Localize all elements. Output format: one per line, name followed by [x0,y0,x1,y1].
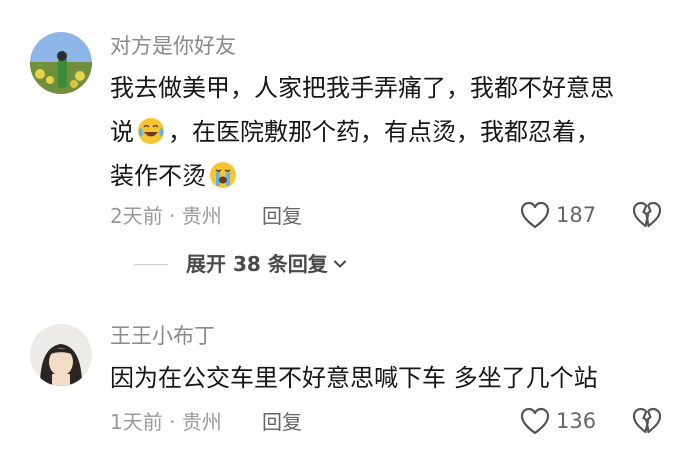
comment-time: 2天前 [110,204,163,228]
meta-separator: · [162,204,182,228]
comment-location: 贵州 [181,204,222,228]
heart-outline-icon [520,407,550,435]
avatar[interactable] [30,32,92,94]
username[interactable]: 王王小布丁 [110,322,215,350]
comment-line: 我去做美甲，人家把我手弄痛了，我都不好意思 [110,74,614,102]
comment-location: 贵州 [181,410,222,434]
comment-meta: 1天前 · 贵州 [110,408,222,436]
like-button[interactable]: 187 [520,201,596,229]
dislike-button[interactable] [632,407,662,439]
loudly-crying-emoji-icon [210,162,236,188]
comment-text: 因为在公交车里不好意思喊下车 多坐了几个站 [110,356,670,400]
username[interactable]: 对方是你好友 [110,32,236,60]
comment-text-fragment: 说 [110,118,134,146]
reply-button[interactable]: 回复 [262,408,302,436]
comment-line: 装作不烫 [110,154,670,198]
broken-heart-icon [632,407,662,434]
comment-line: 因为在公交车里不好意思喊下车 多坐了几个站 [110,364,598,392]
dislike-button[interactable] [632,201,662,233]
comment-time: 1天前 [110,410,163,434]
meta-separator: · [162,410,182,434]
reply-button[interactable]: 回复 [262,202,302,230]
comment-meta: 2天前 · 贵州 [110,202,222,230]
avatar[interactable] [30,324,92,386]
expand-replies-button[interactable]: 展开 38 条回复 [134,250,348,278]
heart-outline-icon [520,201,550,229]
chevron-down-icon [333,260,346,268]
comment-text-fragment: 装作不烫 [110,162,206,190]
expand-replies-label: 展开 38 条回复 [186,252,328,276]
comment-text: 我去做美甲，人家把我手弄痛了，我都不好意思 说 ，在医院敷那个药，有点烫，我都忍着… [110,66,670,198]
divider [134,263,168,265]
comment-text-fragment: ，在医院敷那个药，有点烫，我都忍着， [168,118,600,146]
comment-line: 说 ，在医院敷那个药，有点烫，我都忍着， [110,110,670,154]
like-count: 136 [556,409,597,433]
crying-laughing-emoji-icon [138,118,164,144]
like-count: 187 [556,203,597,227]
broken-heart-icon [632,201,662,228]
like-button[interactable]: 136 [520,407,596,435]
